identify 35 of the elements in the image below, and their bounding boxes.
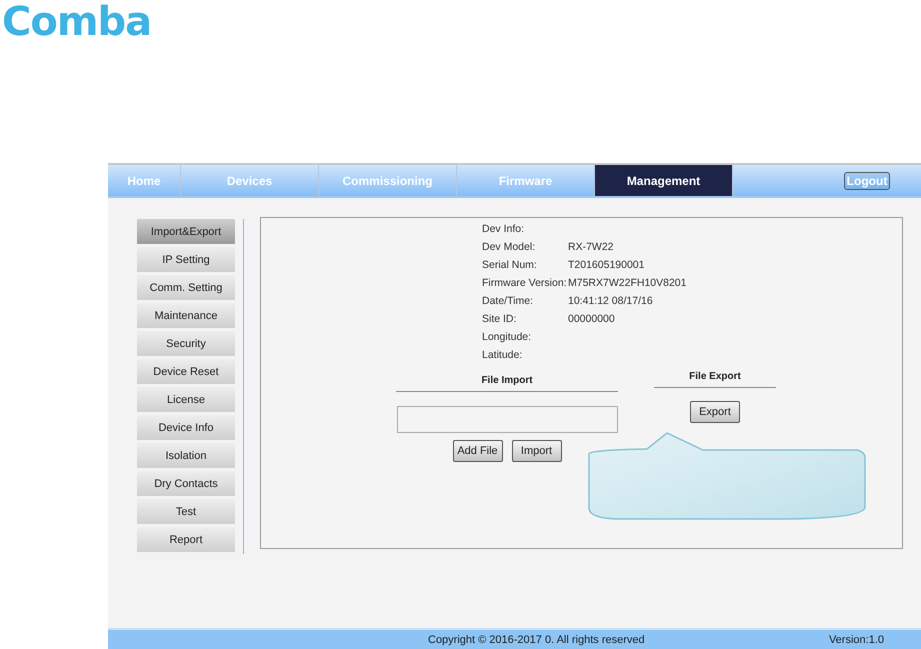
sidebar-item[interactable]: Device Info xyxy=(137,415,235,440)
section-heading: File Export xyxy=(654,371,776,388)
sidebar-item[interactable]: Isolation xyxy=(137,443,235,468)
field-value: M75RX7W22FH10V8201 xyxy=(568,277,686,289)
field-value: 00000000 xyxy=(568,313,615,325)
sidebar-item[interactable]: IP Setting xyxy=(137,247,235,272)
sidebar-item[interactable]: Dry Contacts xyxy=(137,471,235,496)
logo: Comba xyxy=(2,0,152,44)
sidebar-item[interactable]: Test xyxy=(137,499,235,524)
field-label: Date/Time: xyxy=(482,295,534,307)
sidebar-item[interactable]: Report xyxy=(137,527,235,552)
nav-tab[interactable]: Management xyxy=(595,165,733,196)
file-path-field[interactable] xyxy=(396,406,618,433)
sidebar-item[interactable]: Comm. Setting xyxy=(137,275,235,300)
field-value: T201605190001 xyxy=(568,259,644,271)
export-button[interactable]: Export xyxy=(690,401,740,423)
field-label: Longitude: xyxy=(482,331,532,343)
field-value: 10:41:12 08/17/16 xyxy=(568,295,653,307)
action-button[interactable]: Add File xyxy=(452,440,502,462)
version-text: Version:1.0 xyxy=(828,634,884,646)
sidebar-item[interactable]: License xyxy=(137,387,235,412)
sidebar-item[interactable]: Maintenance xyxy=(137,303,235,328)
field-label: Serial Num: xyxy=(482,259,538,271)
field-label: Firmware Version: xyxy=(482,277,568,289)
section-heading: File Import xyxy=(396,375,618,392)
action-button[interactable]: Import xyxy=(512,440,562,462)
sidebar-item[interactable]: Security xyxy=(137,331,235,356)
field-label: Dev Model: xyxy=(482,241,536,253)
field-value: RX-7W22 xyxy=(568,241,614,253)
sidebar-item[interactable]: Import&Export xyxy=(137,219,235,244)
copyright-text: Copyright © 2016-2017 0. All rights reserved xyxy=(428,634,645,646)
field-label: Site ID: xyxy=(482,313,518,325)
field-label: Latitude: xyxy=(482,349,524,361)
info-title: Dev Info: xyxy=(482,222,526,237)
sidebar-item[interactable]: Device Reset xyxy=(137,359,235,384)
